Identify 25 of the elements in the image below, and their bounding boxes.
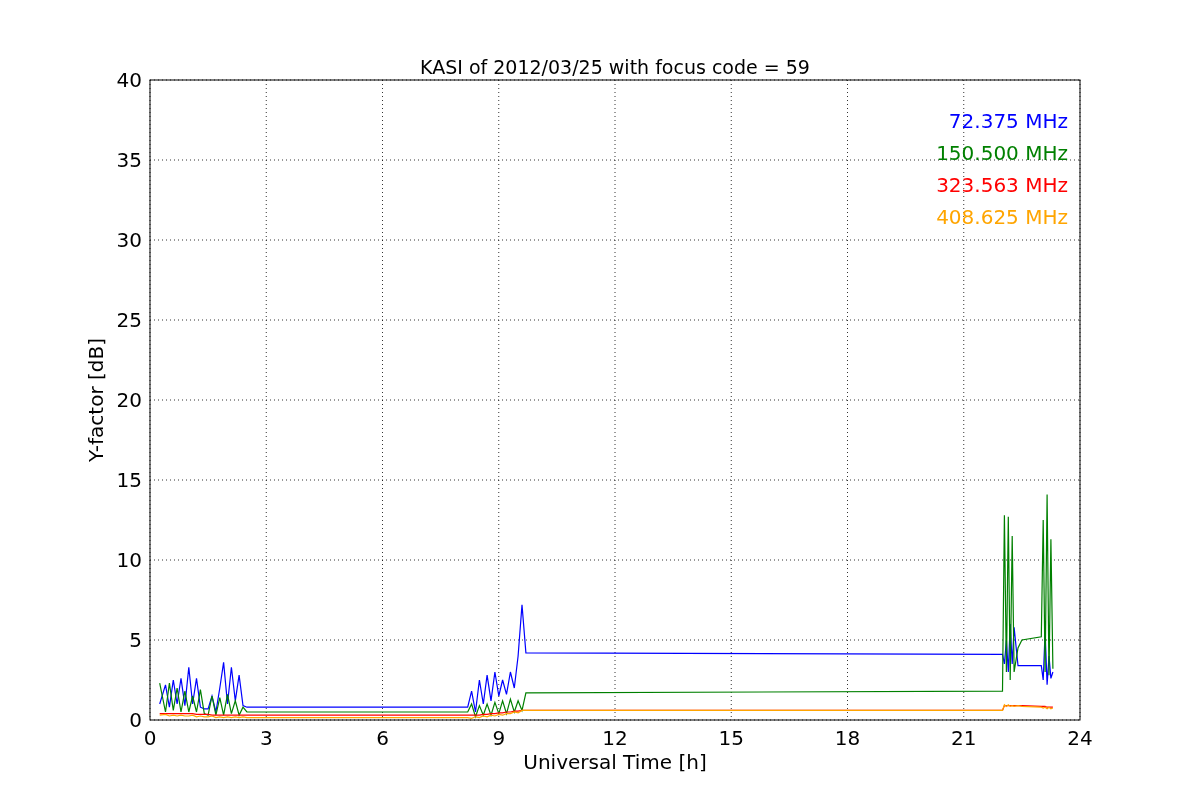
- legend-label: 72.375 MHz: [948, 109, 1068, 133]
- x-tick-label: 24: [1067, 726, 1093, 750]
- y-tick-label: 0: [129, 708, 142, 732]
- y-tick-label: 15: [116, 468, 142, 492]
- x-tick-label: 12: [602, 726, 628, 750]
- y-tick-label: 5: [129, 628, 142, 652]
- x-axis-label: Universal Time [h]: [523, 750, 707, 774]
- y-tick-label: 25: [116, 308, 142, 332]
- y-tick-label: 40: [116, 68, 142, 92]
- x-tick-label: 0: [143, 726, 157, 750]
- x-tick-label: 21: [951, 726, 977, 750]
- chart-title: KASI of 2012/03/25 with focus code = 59: [420, 56, 810, 78]
- x-tick-label: 18: [834, 726, 861, 750]
- y-tick-label: 10: [116, 548, 142, 572]
- y-axis-label: Y-factor [dB]: [84, 338, 108, 462]
- legend-label: 323.563 MHz: [936, 173, 1068, 197]
- y-tick-label: 30: [116, 228, 142, 252]
- x-tick-label: 15: [718, 726, 744, 750]
- x-tick-label: 3: [259, 726, 273, 750]
- y-tick-label: 20: [116, 388, 142, 412]
- x-tick-label: 6: [376, 726, 389, 750]
- legend-label: 408.625 MHz: [936, 205, 1068, 229]
- legend-label: 150.500 MHz: [936, 141, 1068, 165]
- x-tick-label: 9: [492, 726, 506, 750]
- y-tick-label: 35: [116, 148, 142, 172]
